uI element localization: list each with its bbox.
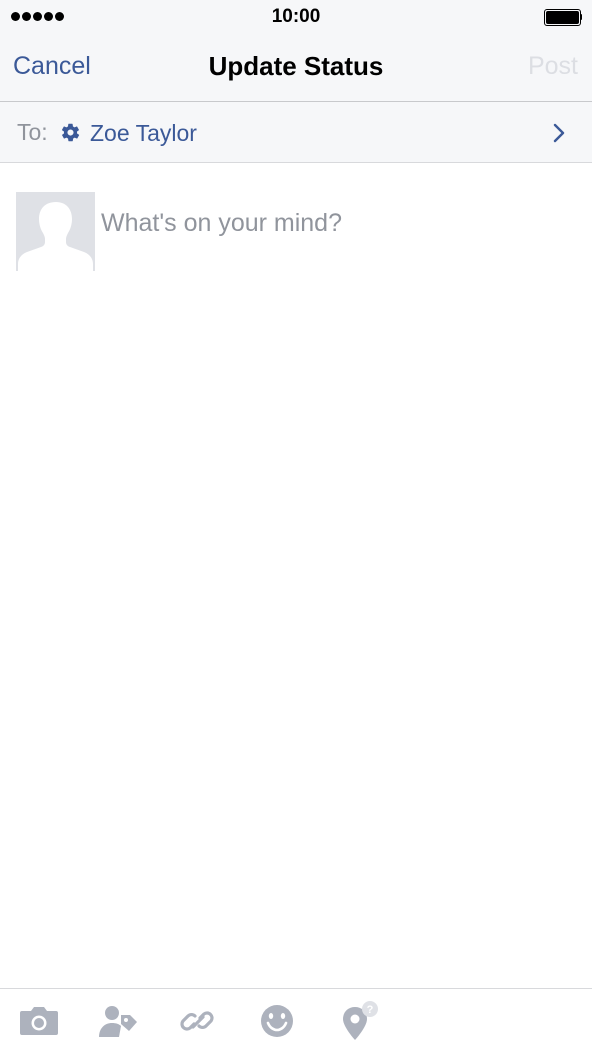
composer-toolbar: ? (0, 988, 592, 1053)
chevron-right-icon (553, 123, 566, 143)
avatar (16, 192, 95, 271)
audience-name: Zoe Taylor (90, 120, 197, 146)
emoji-icon[interactable] (255, 1001, 299, 1041)
status-text-input[interactable] (101, 203, 571, 243)
status-bar: 10:00 (0, 0, 592, 34)
audience-selector[interactable]: To: Zoe Taylor (0, 102, 592, 163)
navigation-bar: Cancel Update Status Post (0, 34, 592, 102)
post-button[interactable]: Post (528, 52, 578, 81)
status-time: 10:00 (271, 6, 321, 27)
cancel-button[interactable]: Cancel (13, 52, 91, 81)
link-icon[interactable] (175, 1001, 219, 1041)
check-in-icon[interactable]: ? (337, 1001, 381, 1041)
camera-icon[interactable] (17, 1001, 61, 1041)
to-label: To: (17, 119, 48, 145)
tag-people-icon[interactable] (95, 1001, 139, 1041)
svg-text:?: ? (367, 1004, 374, 1016)
gear-icon (60, 122, 81, 143)
battery-icon (544, 9, 582, 26)
